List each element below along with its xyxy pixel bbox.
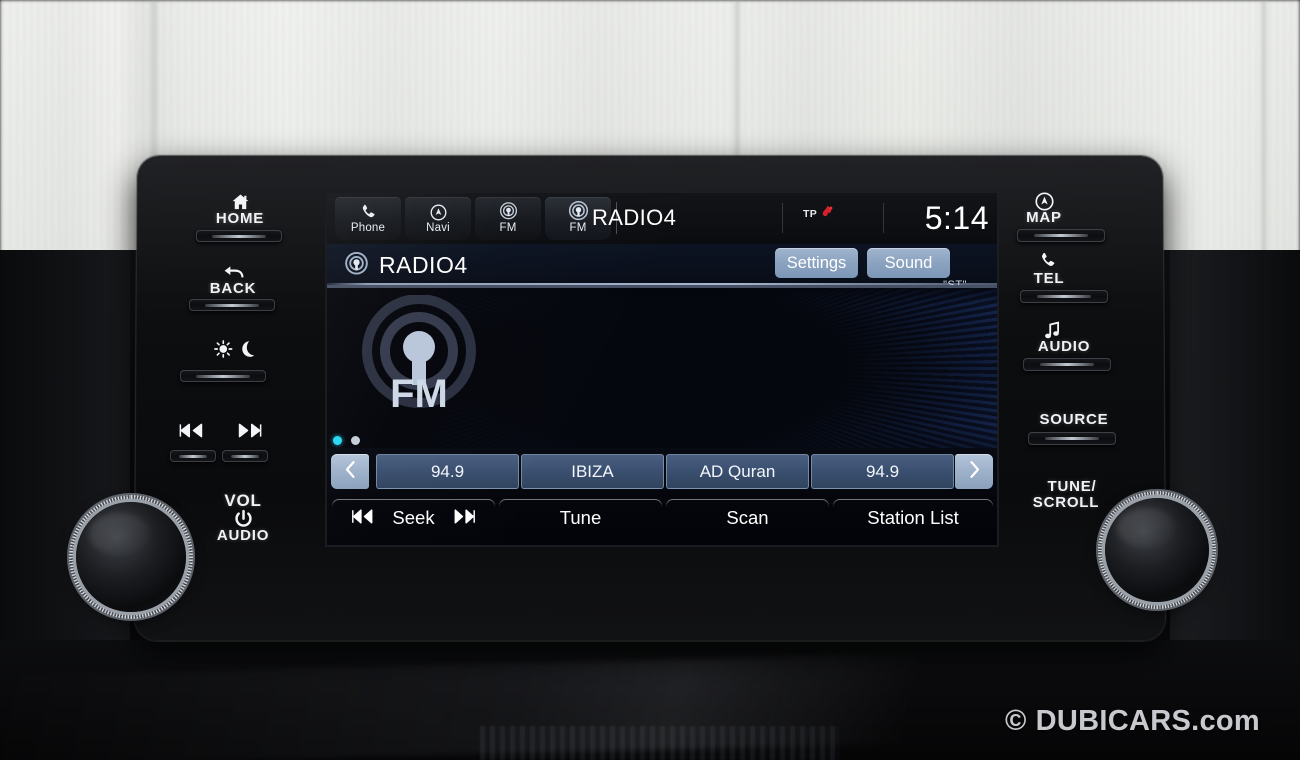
status-divider bbox=[782, 203, 783, 233]
settings-label: Settings bbox=[786, 253, 847, 272]
phone-icon bbox=[359, 202, 378, 222]
preset-row: 94.9 IBIZA AD Quran 94.9 bbox=[327, 436, 997, 494]
traffic-alert-icon bbox=[820, 204, 835, 224]
watermark: © DUBICARS.com bbox=[1005, 705, 1260, 738]
source-button-navi[interactable]: Navi bbox=[405, 197, 471, 240]
station-list-button[interactable]: Station List bbox=[833, 499, 993, 537]
seek-label: Seek bbox=[392, 507, 435, 528]
preset-label: IBIZA bbox=[571, 461, 614, 481]
title-bar: RADIO4 Settings Sound "ST" bbox=[327, 244, 997, 291]
tune-label: Tune bbox=[559, 507, 602, 528]
fm-broadcast-icon: FM bbox=[357, 294, 489, 427]
preset-label: 94.9 bbox=[865, 461, 900, 481]
clock-display: 5:14 bbox=[924, 200, 989, 236]
page-title: RADIO4 bbox=[379, 252, 468, 278]
tp-indicator: TP bbox=[803, 204, 835, 224]
audio-button[interactable] bbox=[1023, 358, 1111, 371]
status-divider bbox=[883, 203, 884, 233]
tune-scroll-label-line1: TUNE/ bbox=[1047, 478, 1097, 495]
skip-next-icon bbox=[449, 507, 476, 529]
watermark-text: DUBICARS.com bbox=[1035, 705, 1260, 737]
brightness-day-night-icon bbox=[206, 338, 266, 360]
tune-scroll-knob-knurl bbox=[1098, 491, 1216, 609]
preset-next-button[interactable] bbox=[955, 454, 993, 489]
navigation-icon bbox=[429, 202, 448, 222]
skip-previous-button[interactable] bbox=[170, 450, 216, 462]
home-label: HOME bbox=[215, 210, 265, 227]
station-list-label: Station List bbox=[867, 507, 959, 528]
source-label: Navi bbox=[426, 222, 450, 235]
chevron-left-icon bbox=[343, 460, 358, 484]
tune-button[interactable]: Tune bbox=[499, 499, 662, 537]
tel-button[interactable] bbox=[1020, 290, 1108, 303]
preset-button[interactable]: 94.9 bbox=[376, 454, 519, 489]
source-label: FM bbox=[569, 222, 587, 235]
back-arrow-icon bbox=[208, 262, 258, 282]
source-button-fm-1[interactable]: FM bbox=[475, 197, 541, 240]
preset-prev-button[interactable] bbox=[331, 454, 369, 489]
tp-label: TP bbox=[803, 208, 818, 220]
fm-radio-icon bbox=[498, 201, 519, 222]
back-label: BACK bbox=[209, 280, 257, 297]
fm-radio-icon bbox=[343, 251, 370, 284]
preset-button[interactable]: IBIZA bbox=[521, 454, 664, 489]
home-button[interactable] bbox=[196, 230, 282, 242]
map-label: MAP bbox=[1026, 209, 1062, 226]
infotainment-screen[interactable]: Phone Navi FM FM RADIO4 TP 5:14 RADIO4 S… bbox=[327, 193, 997, 545]
settings-button[interactable]: Settings bbox=[775, 248, 858, 278]
dashboard-right-side bbox=[1170, 250, 1300, 670]
chevron-right-icon bbox=[967, 460, 982, 484]
copyright-symbol: © bbox=[1004, 705, 1027, 737]
source-button[interactable] bbox=[1028, 432, 1116, 445]
preset-label: AD Quran bbox=[699, 461, 776, 481]
skip-next-icon bbox=[227, 420, 267, 440]
brightness-button[interactable] bbox=[180, 370, 266, 382]
svg-text:FM: FM bbox=[390, 372, 448, 416]
skip-previous-icon bbox=[351, 507, 378, 529]
preset-button[interactable]: 94.9 bbox=[811, 454, 954, 489]
preset-button[interactable]: AD Quran bbox=[666, 454, 809, 489]
volume-knob-knurl bbox=[69, 495, 193, 619]
skip-next-button[interactable] bbox=[222, 450, 268, 462]
back-button[interactable] bbox=[189, 299, 275, 311]
source-label: Phone bbox=[350, 222, 386, 235]
page-dot[interactable] bbox=[351, 436, 360, 445]
source-label: SOURCE bbox=[1039, 411, 1109, 428]
tel-label: TEL bbox=[1033, 270, 1065, 287]
infotainment-photo: Phone Navi FM FM RADIO4 TP 5:14 RADIO4 S… bbox=[0, 0, 1300, 760]
sound-button[interactable]: Sound bbox=[867, 248, 950, 278]
sound-label: Sound bbox=[884, 253, 933, 272]
control-row: Seek Tune Scan Station List bbox=[327, 494, 997, 545]
fm-radio-icon bbox=[567, 200, 590, 222]
seek-button[interactable]: Seek bbox=[332, 499, 495, 537]
skip-previous-icon bbox=[173, 420, 213, 440]
map-button[interactable] bbox=[1017, 229, 1105, 242]
status-bar: Phone Navi FM FM RADIO4 TP 5:14 bbox=[327, 193, 997, 244]
page-dot-active[interactable] bbox=[333, 436, 342, 445]
preset-label: 94.9 bbox=[430, 461, 465, 481]
audio-knob-label: AUDIO bbox=[216, 527, 270, 544]
now-playing-label: RADIO4 bbox=[592, 205, 677, 230]
audio-label: AUDIO bbox=[1037, 338, 1091, 355]
page-dots bbox=[333, 436, 360, 445]
phone-icon bbox=[1024, 250, 1072, 272]
artwork-stage: FM bbox=[327, 285, 997, 448]
source-button-phone[interactable]: Phone bbox=[335, 197, 401, 240]
scan-label: Scan bbox=[726, 507, 769, 528]
tune-scroll-label-line2: SCROLL bbox=[1032, 494, 1100, 511]
home-icon bbox=[215, 192, 265, 212]
source-label: FM bbox=[499, 222, 517, 235]
scan-button[interactable]: Scan bbox=[666, 499, 829, 537]
stage-top-edge bbox=[327, 285, 997, 288]
